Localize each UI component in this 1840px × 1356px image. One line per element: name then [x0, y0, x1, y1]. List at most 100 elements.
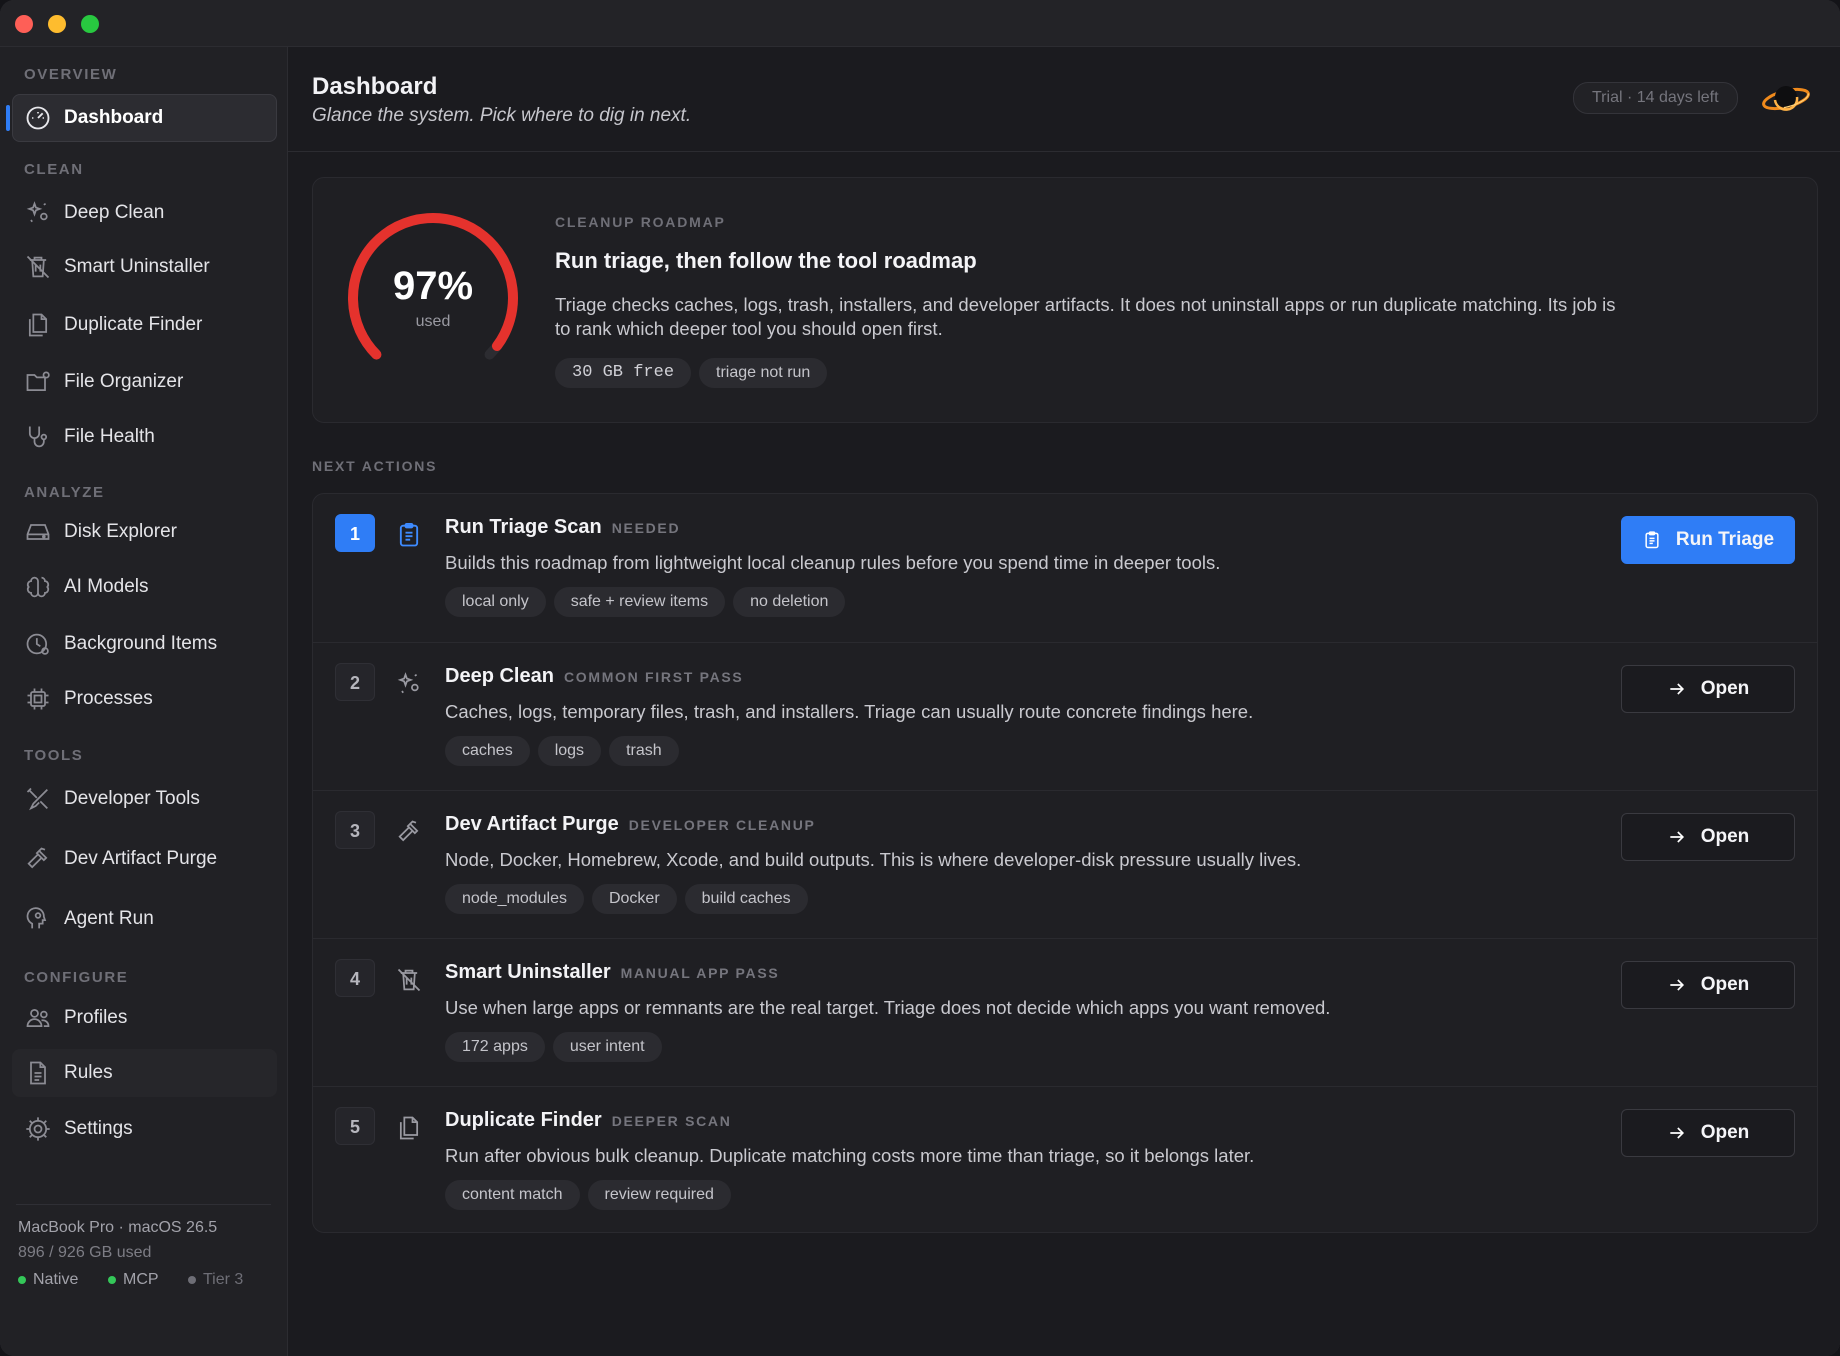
- sidebar-item-disk-explorer[interactable]: Disk Explorer: [12, 508, 277, 556]
- sidebar-item-label: File Health: [64, 426, 155, 447]
- status-native: Native: [18, 1271, 78, 1289]
- open-dev-artifact-purge-button[interactable]: Open: [1621, 813, 1795, 861]
- action-badge: COMMON FIRST PASS: [563, 669, 744, 685]
- roadmap-label: CLEANUP ROADMAP: [555, 214, 726, 230]
- chip: no deletion: [733, 587, 846, 617]
- action-badge: NEEDED: [611, 520, 681, 536]
- copy-documents-icon: [395, 1114, 423, 1142]
- roadmap-chips: 30 GB free triage not run: [555, 358, 835, 388]
- free-space-chip: 30 GB free: [555, 358, 692, 388]
- title-bar: [0, 0, 1840, 47]
- action-chips: content match review required: [445, 1180, 739, 1210]
- sidebar-item-label: Settings: [64, 1118, 133, 1139]
- gauge-icon: [24, 104, 52, 132]
- step-number: 2: [335, 663, 375, 701]
- trash-app-icon: [395, 966, 423, 994]
- sidebar-item-file-organizer[interactable]: File Organizer: [12, 358, 277, 406]
- hammer-icon: [24, 845, 52, 873]
- sidebar-item-ai-models[interactable]: AI Models: [12, 563, 277, 611]
- sidebar-item-agent-run[interactable]: Agent Run: [12, 895, 277, 943]
- sidebar-item-label: Developer Tools: [64, 788, 200, 809]
- chip: logs: [537, 736, 602, 766]
- action-description: Use when large apps or remnants are the …: [445, 997, 1331, 1018]
- sidebar-item-label: Duplicate Finder: [64, 314, 203, 335]
- action-description: Builds this roadmap from lightweight loc…: [445, 552, 1221, 573]
- sidebar-item-processes[interactable]: Processes: [12, 675, 277, 723]
- action-badge: DEEPER SCAN: [611, 1113, 732, 1129]
- drive-icon: [24, 518, 52, 546]
- roadmap-title: Run triage, then follow the tool roadmap: [555, 248, 977, 273]
- status-dot: [188, 1275, 196, 1284]
- button-label: Open: [1700, 678, 1750, 699]
- action-description: Run after obvious bulk cleanup. Duplicat…: [445, 1145, 1255, 1166]
- chip: caches: [445, 736, 530, 766]
- sidebar-item-smart-uninstaller[interactable]: Smart Uninstaller: [12, 243, 277, 291]
- app-window: OVERVIEW Dashboard CLEAN Deep Clean Smar…: [0, 0, 1840, 1356]
- action-row-duplicate-finder: 5 Duplicate Finder DEEPER SCAN Run after …: [313, 1086, 1817, 1232]
- status-mcp: MCP: [108, 1271, 159, 1289]
- section-label-analyze: ANALYZE: [24, 484, 105, 501]
- sidebar-item-label: File Organizer: [64, 371, 184, 392]
- next-actions-label: NEXT ACTIONS: [312, 458, 438, 474]
- document-rules-icon: [24, 1059, 52, 1087]
- gear-icon: [24, 1115, 52, 1143]
- sidebar-item-settings[interactable]: Settings: [12, 1105, 277, 1153]
- chip: 172 apps: [445, 1032, 545, 1062]
- sidebar-item-profiles[interactable]: Profiles: [12, 994, 277, 1042]
- arrow-right-icon: [1670, 1127, 1684, 1139]
- page-header: Dashboard Glance the system. Pick where …: [288, 47, 1840, 152]
- cpu-icon: [24, 685, 52, 713]
- action-description: Caches, logs, temporary files, trash, an…: [445, 701, 1254, 722]
- action-title-text: Dev Artifact Purge: [445, 813, 619, 835]
- sidebar-item-background-items[interactable]: Background Items: [12, 620, 277, 668]
- action-row-run-triage: 1 Run Triage Scan NEEDED Builds this road…: [313, 494, 1817, 642]
- chip: local only: [445, 587, 546, 617]
- trial-badge[interactable]: Trial · 14 days left: [1573, 82, 1738, 114]
- action-title-text: Deep Clean: [445, 665, 554, 687]
- sidebar-item-label: Dashboard: [64, 107, 164, 128]
- chip: node_modules: [445, 884, 584, 914]
- sidebar-item-label: Smart Uninstaller: [64, 256, 210, 277]
- sidebar-item-label: Profiles: [64, 1007, 128, 1028]
- open-deep-clean-button[interactable]: Open: [1621, 665, 1795, 713]
- run-triage-button[interactable]: Run Triage: [1621, 516, 1795, 564]
- open-duplicate-finder-button[interactable]: Open: [1621, 1109, 1795, 1157]
- stethoscope-icon: [24, 423, 52, 451]
- chip: user intent: [552, 1032, 662, 1062]
- sidebar-item-duplicate-finder[interactable]: Duplicate Finder: [12, 301, 277, 349]
- action-chips: local only safe + review items no deleti…: [445, 587, 853, 617]
- sidebar-item-developer-tools[interactable]: Developer Tools: [12, 775, 277, 823]
- triage-status-chip: triage not run: [699, 358, 828, 388]
- open-smart-uninstaller-button[interactable]: Open: [1621, 961, 1795, 1009]
- sidebar-item-file-health[interactable]: File Health: [12, 413, 277, 461]
- status-label: MCP: [123, 1271, 159, 1288]
- agent-head-icon: [24, 905, 52, 933]
- close-window-button[interactable]: [15, 15, 33, 33]
- gauge-value: 97%: [392, 264, 474, 308]
- sidebar-item-label: Rules: [64, 1062, 113, 1083]
- chip: trash: [609, 736, 679, 766]
- action-title: Smart Uninstaller MANUAL APP PASS: [445, 961, 779, 984]
- wrench-screwdriver-icon: [24, 785, 52, 813]
- step-number: 5: [335, 1107, 375, 1145]
- action-chips: 172 apps user intent: [445, 1032, 670, 1062]
- chip: content match: [445, 1180, 580, 1210]
- step-number: 1: [335, 514, 375, 552]
- minimize-window-button[interactable]: [48, 15, 66, 33]
- clipboard-icon: [395, 521, 423, 549]
- sparkles-icon: [395, 670, 423, 698]
- zoom-window-button[interactable]: [81, 15, 99, 33]
- action-row-smart-uninstaller: 4 Smart Uninstaller MANUAL APP PASS Use w…: [313, 938, 1817, 1087]
- action-badge: MANUAL APP PASS: [620, 965, 780, 981]
- sidebar-item-dev-artifact-purge[interactable]: Dev Artifact Purge: [12, 835, 277, 883]
- sidebar-item-deep-clean[interactable]: Deep Clean: [12, 189, 277, 237]
- sidebar-item-rules[interactable]: Rules: [12, 1049, 277, 1097]
- sidebar-item-label: Agent Run: [64, 908, 154, 929]
- people-icon: [24, 1004, 52, 1032]
- action-title-text: Smart Uninstaller: [445, 961, 611, 983]
- sidebar-item-dashboard[interactable]: Dashboard: [6, 94, 277, 142]
- section-label-tools: TOOLS: [24, 747, 84, 764]
- status-tier: Tier 3: [188, 1271, 243, 1289]
- chip: Docker: [591, 884, 677, 914]
- page-title: Dashboard: [312, 73, 438, 100]
